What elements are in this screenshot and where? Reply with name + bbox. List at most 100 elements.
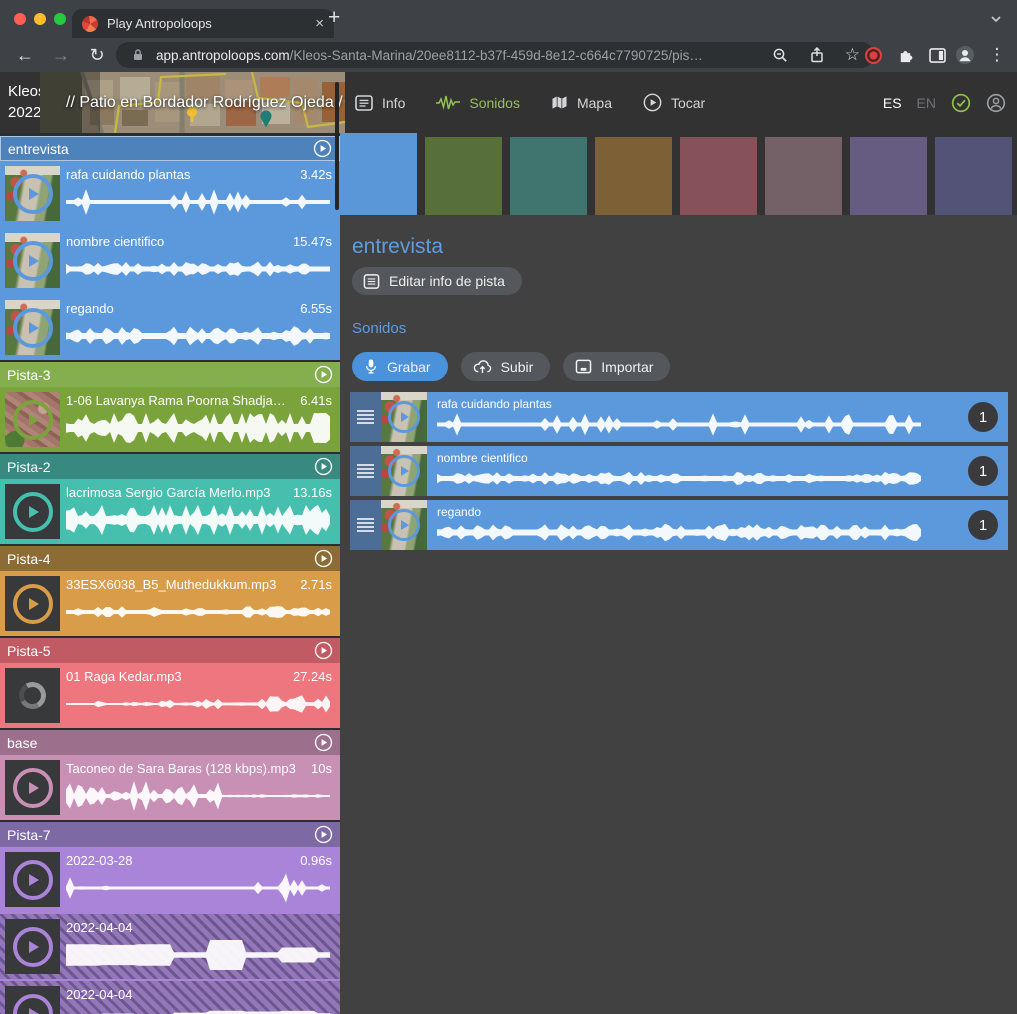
record-button[interactable]: Grabar [352, 352, 448, 381]
play-overlay[interactable] [5, 852, 60, 907]
sound-item[interactable]: 1-06 Lavanya Rama Poorna Shadjam Rupak… … [0, 387, 340, 452]
play-overlay[interactable] [5, 484, 60, 539]
sound-item[interactable]: Taconeo de Sara Baras (128 kbps).mp3 10s [0, 755, 340, 820]
track-color-tab-4[interactable] [595, 137, 672, 215]
track-header[interactable]: base [0, 730, 340, 755]
side-panel-icon[interactable] [924, 38, 950, 72]
track-header[interactable]: Pista-3 [0, 362, 340, 387]
play-overlay[interactable] [5, 233, 60, 288]
upload-button[interactable]: Subir [461, 352, 551, 381]
browser-tab[interactable]: Play Antropoloops × [72, 9, 334, 38]
sound-thumbnail[interactable] [5, 484, 60, 539]
track-play-icon[interactable] [314, 825, 333, 844]
sound-item[interactable]: rafa cuidando plantas 3.42s [0, 161, 340, 226]
tab-sonidos[interactable]: Sonidos [436, 95, 520, 111]
map-thumbnail[interactable]: // Patio en Bordador Rodríguez Ojeda / R… [40, 72, 345, 133]
track-color-tab-7[interactable] [850, 137, 927, 215]
sound-waveform[interactable] [66, 412, 332, 444]
track-color-tab-1[interactable] [340, 133, 417, 215]
sound-waveform[interactable] [437, 465, 922, 492]
sound-waveform[interactable] [66, 872, 332, 904]
sound-thumbnail[interactable] [5, 166, 60, 221]
sound-item[interactable]: 01 Raga Kedar.mp3 27.24s [0, 663, 340, 728]
sound-waveform[interactable] [437, 411, 922, 438]
sound-waveform[interactable] [437, 519, 922, 546]
language-en-button[interactable]: EN [917, 95, 936, 111]
play-overlay[interactable] [5, 576, 60, 631]
track-header[interactable]: Pista-5 [0, 638, 340, 663]
play-overlay[interactable] [5, 760, 60, 815]
drag-handle[interactable] [350, 392, 381, 442]
close-window-button[interactable] [14, 13, 26, 25]
sound-thumbnail[interactable] [5, 576, 60, 631]
sound-thumbnail[interactable] [5, 919, 60, 974]
forward-button[interactable]: → [48, 38, 74, 72]
tab-info[interactable]: Info [355, 95, 405, 111]
sound-row[interactable]: rafa cuidando plantas 1 [350, 392, 1008, 442]
sound-row[interactable]: regando 1 [350, 500, 1008, 550]
tab-search-chevron-icon[interactable] [991, 16, 1001, 23]
sound-thumbnail[interactable] [381, 500, 427, 550]
drag-handle[interactable] [350, 500, 381, 550]
track-play-icon[interactable] [313, 139, 332, 158]
sound-waveform[interactable] [66, 688, 332, 720]
sound-item[interactable]: 2022-04-04 [0, 914, 340, 979]
tab-mapa[interactable]: Mapa [551, 95, 612, 111]
sound-waveform[interactable] [66, 1006, 332, 1014]
language-es-button[interactable]: ES [883, 95, 902, 111]
sound-waveform[interactable] [66, 939, 332, 971]
track-color-tab-3[interactable] [510, 137, 587, 215]
extensions-puzzle-icon[interactable] [892, 38, 918, 72]
sound-thumbnail[interactable] [5, 300, 60, 355]
minimize-window-button[interactable] [34, 13, 46, 25]
play-overlay[interactable] [381, 500, 427, 550]
sound-thumbnail[interactable] [5, 392, 60, 447]
play-overlay[interactable] [5, 166, 60, 221]
sound-row[interactable]: nombre cientifico 1 [350, 446, 1008, 496]
play-overlay[interactable] [381, 392, 427, 442]
zoom-window-button[interactable] [54, 13, 66, 25]
play-overlay[interactable] [381, 446, 427, 496]
track-play-icon[interactable] [314, 733, 333, 752]
play-overlay[interactable] [5, 392, 60, 447]
sound-thumbnail[interactable] [5, 233, 60, 288]
edit-track-info-button[interactable]: Editar info de pista [352, 267, 522, 295]
sound-item[interactable]: regando 6.55s [0, 295, 340, 360]
track-header[interactable]: entrevista [0, 136, 340, 161]
track-color-tab-6[interactable] [765, 137, 842, 215]
sound-waveform[interactable] [66, 320, 332, 352]
sound-waveform[interactable] [66, 186, 332, 218]
tab-tocar[interactable]: Tocar [643, 93, 705, 112]
play-overlay[interactable] [5, 300, 60, 355]
new-tab-button[interactable]: + [328, 6, 340, 30]
zoom-icon[interactable] [772, 47, 789, 64]
sound-thumbnail[interactable] [5, 986, 60, 1014]
address-bar[interactable]: app.antropoloops.com/Kleos-Santa-Marina/… [116, 42, 874, 68]
track-color-tab-8[interactable] [935, 137, 1012, 215]
sound-item[interactable]: lacrimosa Sergio García Merlo.mp3 13.16s [0, 479, 340, 544]
tab-close-icon[interactable]: × [315, 16, 324, 31]
bookmark-star-icon[interactable]: ☆ [845, 45, 860, 65]
share-icon[interactable] [809, 46, 825, 64]
play-overlay[interactable] [5, 919, 60, 974]
sidebar-scrollbar[interactable] [335, 82, 339, 210]
sound-thumbnail[interactable] [381, 446, 427, 496]
sound-item[interactable]: 33ESX6038_B5_Muthedukkum.mp3 2.71s [0, 571, 340, 636]
track-play-icon[interactable] [314, 365, 333, 384]
account-icon[interactable] [986, 93, 1006, 113]
track-header[interactable]: Pista-2 [0, 454, 340, 479]
track-header[interactable]: Pista-7 [0, 822, 340, 847]
play-overlay[interactable] [5, 986, 60, 1014]
track-play-icon[interactable] [314, 641, 333, 660]
track-color-tab-5[interactable] [680, 137, 757, 215]
sound-thumbnail[interactable] [5, 852, 60, 907]
track-color-tab-2[interactable] [425, 137, 502, 215]
sound-waveform[interactable] [66, 596, 332, 628]
record-extension-icon[interactable] [860, 38, 886, 72]
sound-item[interactable]: 2022-03-28 0.96s [0, 847, 340, 912]
sound-waveform[interactable] [66, 780, 332, 812]
profile-avatar[interactable] [952, 38, 978, 72]
import-button[interactable]: Importar [563, 352, 670, 381]
browser-menu-icon[interactable]: ⋮ [986, 38, 1008, 72]
back-button[interactable]: ← [12, 38, 38, 72]
